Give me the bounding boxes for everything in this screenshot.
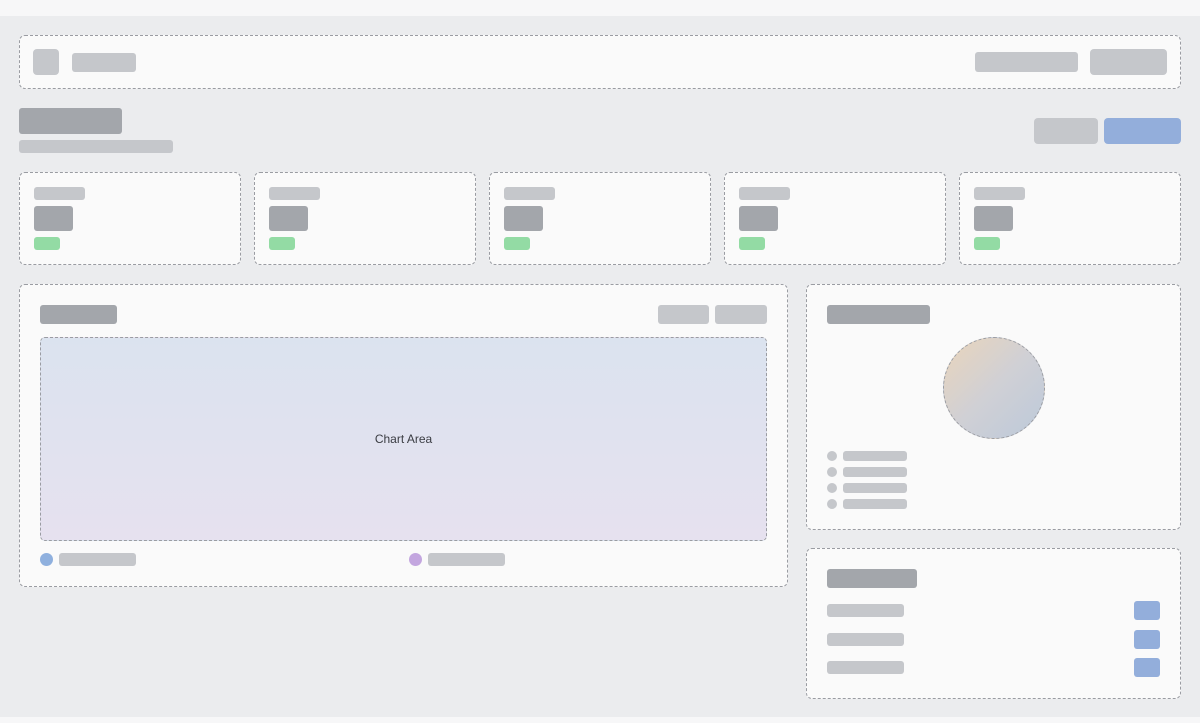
header-action-button[interactable]: [1090, 49, 1167, 75]
stat-change-badge: [504, 237, 530, 250]
page-title-placeholder: [19, 108, 122, 134]
stat-label-placeholder: [269, 187, 320, 200]
stat-change-badge: [974, 237, 1000, 250]
donut-title-placeholder: [827, 305, 930, 324]
stat-label-placeholder: [504, 187, 555, 200]
donut-legend-dot: [827, 451, 837, 461]
page-subtitle-placeholder: [19, 140, 173, 153]
chart-range-button[interactable]: [715, 305, 767, 324]
chart-area-label: Chart Area: [374, 432, 433, 446]
stat-value-placeholder: [974, 206, 1013, 231]
stat-change-badge: [269, 237, 295, 250]
top-header-bar: [19, 35, 1181, 89]
stat-value-placeholder: [504, 206, 543, 231]
legend-series-1-label-placeholder: [59, 553, 136, 566]
donut-legend-dot: [827, 499, 837, 509]
donut-legend-label-placeholder: [843, 499, 907, 509]
chart-panel: Chart Area: [19, 284, 788, 587]
donut-legend-label-placeholder: [843, 451, 907, 461]
donut-chart[interactable]: [943, 337, 1045, 439]
stat-label-placeholder: [34, 187, 85, 200]
donut-legend-dot: [827, 483, 837, 493]
window-top-strip: [0, 0, 1200, 16]
stat-value-placeholder: [739, 206, 778, 231]
secondary-action-button[interactable]: [1034, 118, 1098, 144]
app-logo: [33, 49, 59, 75]
app-title-placeholder: [72, 53, 136, 72]
window-bottom-strip: [0, 717, 1200, 723]
stat-label-placeholder: [739, 187, 790, 200]
donut-panel: [806, 284, 1181, 530]
header-search-placeholder[interactable]: [975, 52, 1078, 72]
stat-value-placeholder: [269, 206, 308, 231]
legend-series-2-label-placeholder: [428, 553, 505, 566]
stat-card: [724, 172, 946, 265]
list-item-label-placeholder: [827, 661, 904, 674]
list-panel: [806, 548, 1181, 699]
donut-legend-label-placeholder: [843, 467, 907, 477]
stat-value-placeholder: [34, 206, 73, 231]
list-item-label-placeholder: [827, 633, 904, 646]
stat-change-badge: [739, 237, 765, 250]
list-title-placeholder: [827, 569, 917, 588]
donut-legend-label-placeholder: [843, 483, 907, 493]
stat-change-badge: [34, 237, 60, 250]
donut-legend-dot: [827, 467, 837, 477]
list-item-action-button[interactable]: [1134, 658, 1160, 677]
list-item-action-button[interactable]: [1134, 601, 1160, 620]
list-item-action-button[interactable]: [1134, 630, 1160, 649]
stat-card: [254, 172, 476, 265]
legend-series-1-dot: [40, 553, 53, 566]
stat-label-placeholder: [974, 187, 1025, 200]
chart-area[interactable]: Chart Area: [40, 337, 767, 541]
chart-title-placeholder: [40, 305, 117, 324]
list-item-label-placeholder: [827, 604, 904, 617]
stat-card: [489, 172, 711, 265]
stat-card: [959, 172, 1181, 265]
primary-action-button[interactable]: [1104, 118, 1181, 144]
chart-filter-button[interactable]: [658, 305, 709, 324]
stat-card: [19, 172, 241, 265]
legend-series-2-dot: [409, 553, 422, 566]
